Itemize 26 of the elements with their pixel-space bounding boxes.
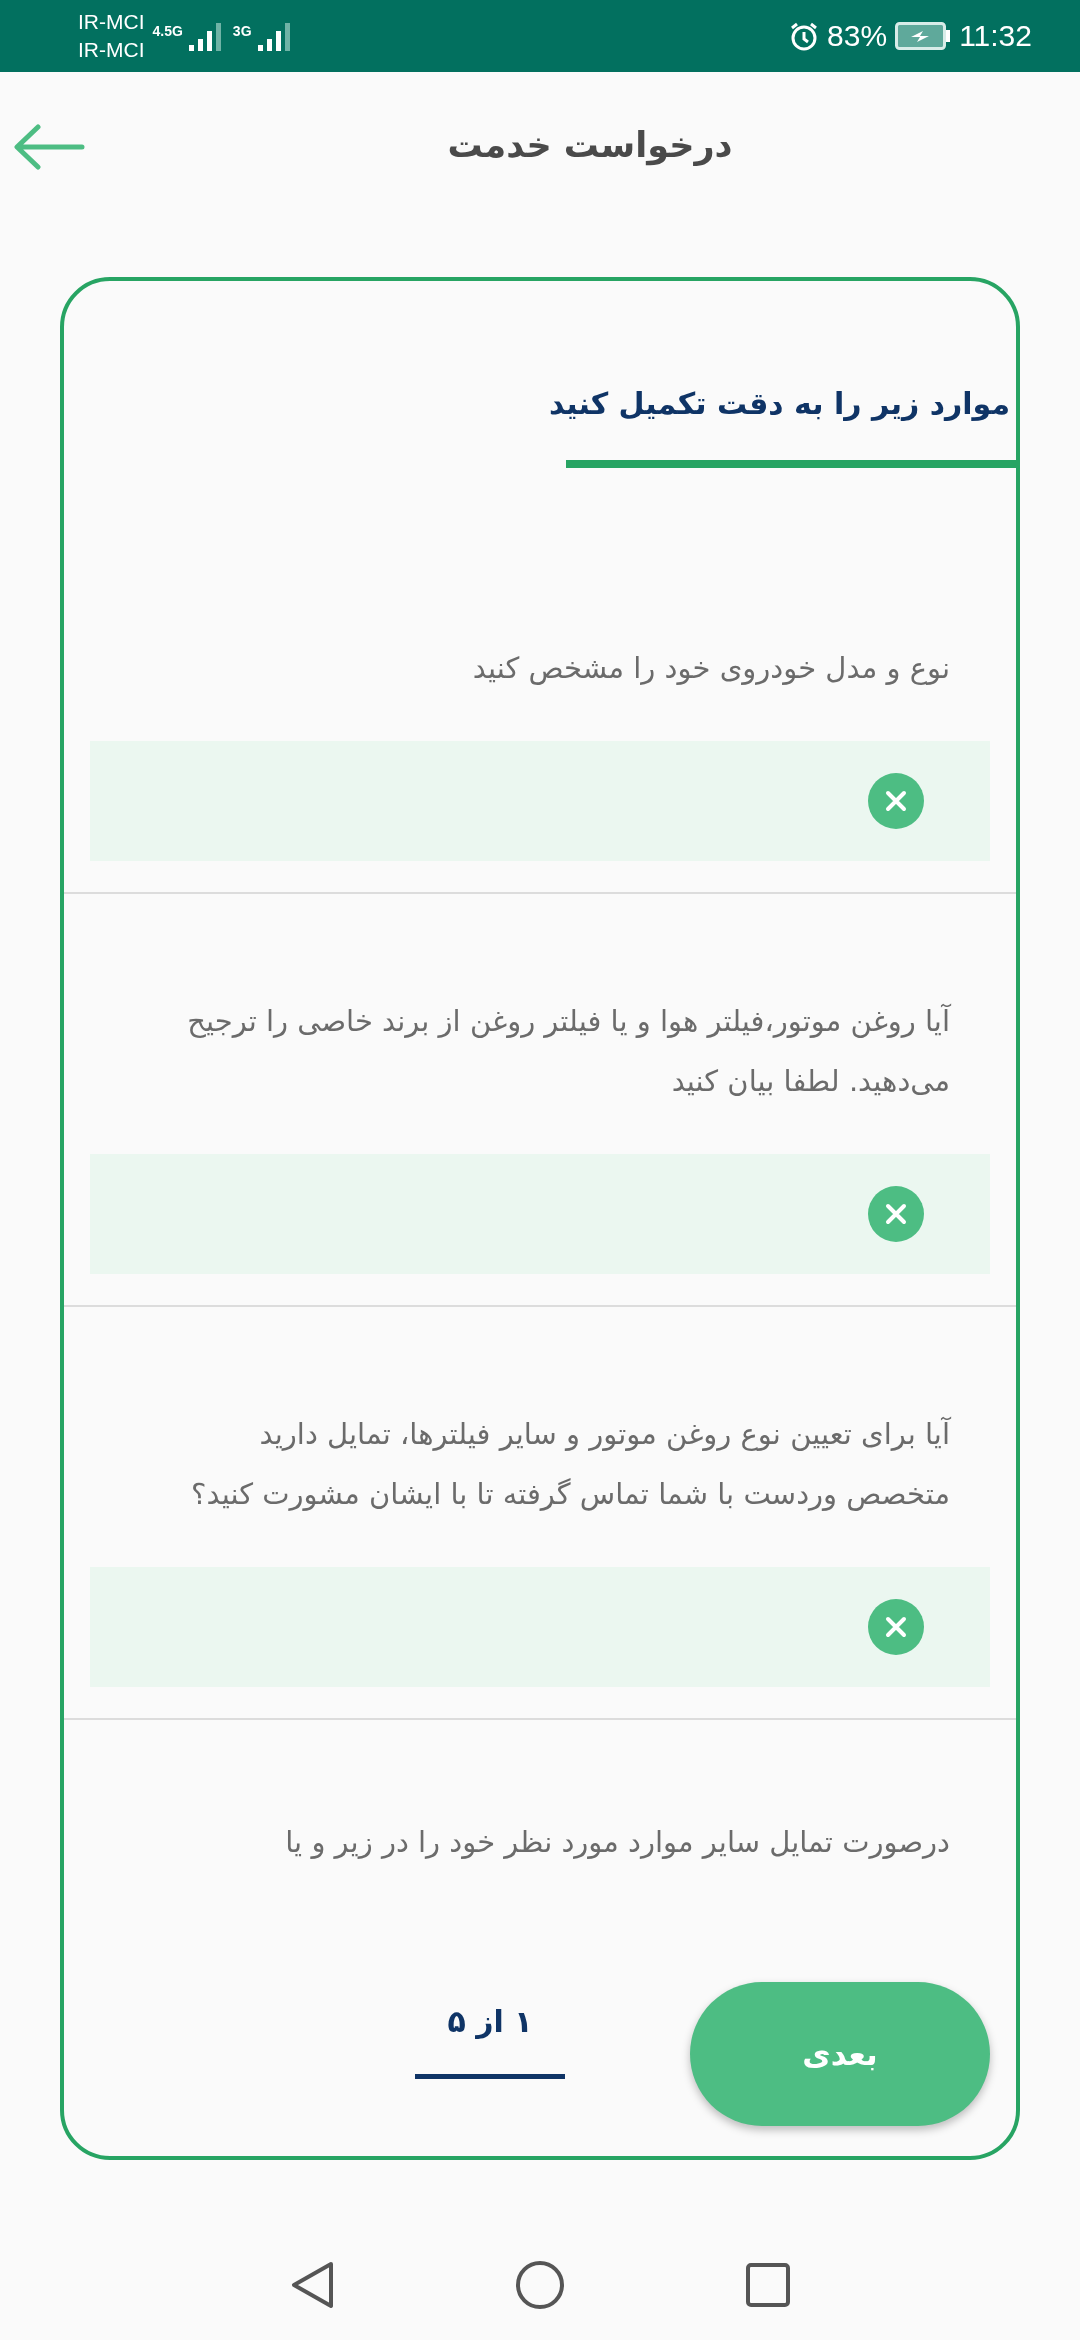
battery-charging-icon bbox=[895, 22, 952, 50]
answer-field[interactable] bbox=[90, 741, 990, 861]
next-button[interactable]: بعدی bbox=[690, 1982, 990, 2126]
battery-percent: 83% bbox=[827, 19, 888, 53]
answer-field[interactable] bbox=[90, 1154, 990, 1274]
square-icon[interactable] bbox=[745, 2262, 791, 2308]
network-type: 3G bbox=[232, 23, 252, 39]
question-text: درصورت تمایل سایر موارد مورد نظر خود را در زیر و یا bbox=[284, 1824, 950, 1861]
question-text: آیا روغن موتور،فیلتر هوا و یا فیلتر روغن از برند خاصی را ترجیح می‌دهید. لطفا بیان کنید bbox=[186, 1003, 950, 1100]
back-triangle-icon[interactable] bbox=[289, 2260, 335, 2310]
back-arrow-icon[interactable] bbox=[12, 124, 86, 170]
page-title: درخواست خدمت bbox=[447, 125, 733, 165]
clear-icon[interactable] bbox=[868, 1186, 924, 1242]
question-text: آیا برای تعیین نوع روغن موتور و سایر فیلترها، تمایل دارید متخصص وردست با شما تماس گرفته تا با ایشان مشورت کنید؟ bbox=[190, 1416, 950, 1513]
form-heading: موارد زیر را به دقت تکمیل کنید bbox=[548, 385, 1010, 423]
alarm-icon bbox=[789, 21, 820, 51]
clear-icon[interactable] bbox=[868, 1599, 924, 1655]
clock-time: 11:32 bbox=[959, 19, 1032, 53]
carrier-name: IR-MCI bbox=[78, 9, 145, 35]
page-indicator: ۱ از ۵ bbox=[447, 2003, 533, 2041]
answer-field[interactable] bbox=[90, 1567, 990, 1687]
clear-icon[interactable] bbox=[868, 773, 924, 829]
home-circle-icon[interactable] bbox=[515, 2260, 565, 2310]
carrier-name: IR-MCI bbox=[78, 37, 145, 63]
network-type: 4.5G bbox=[152, 23, 183, 39]
question-text: نوع و مدل خودروی خود را مشخص کنید bbox=[471, 650, 950, 687]
